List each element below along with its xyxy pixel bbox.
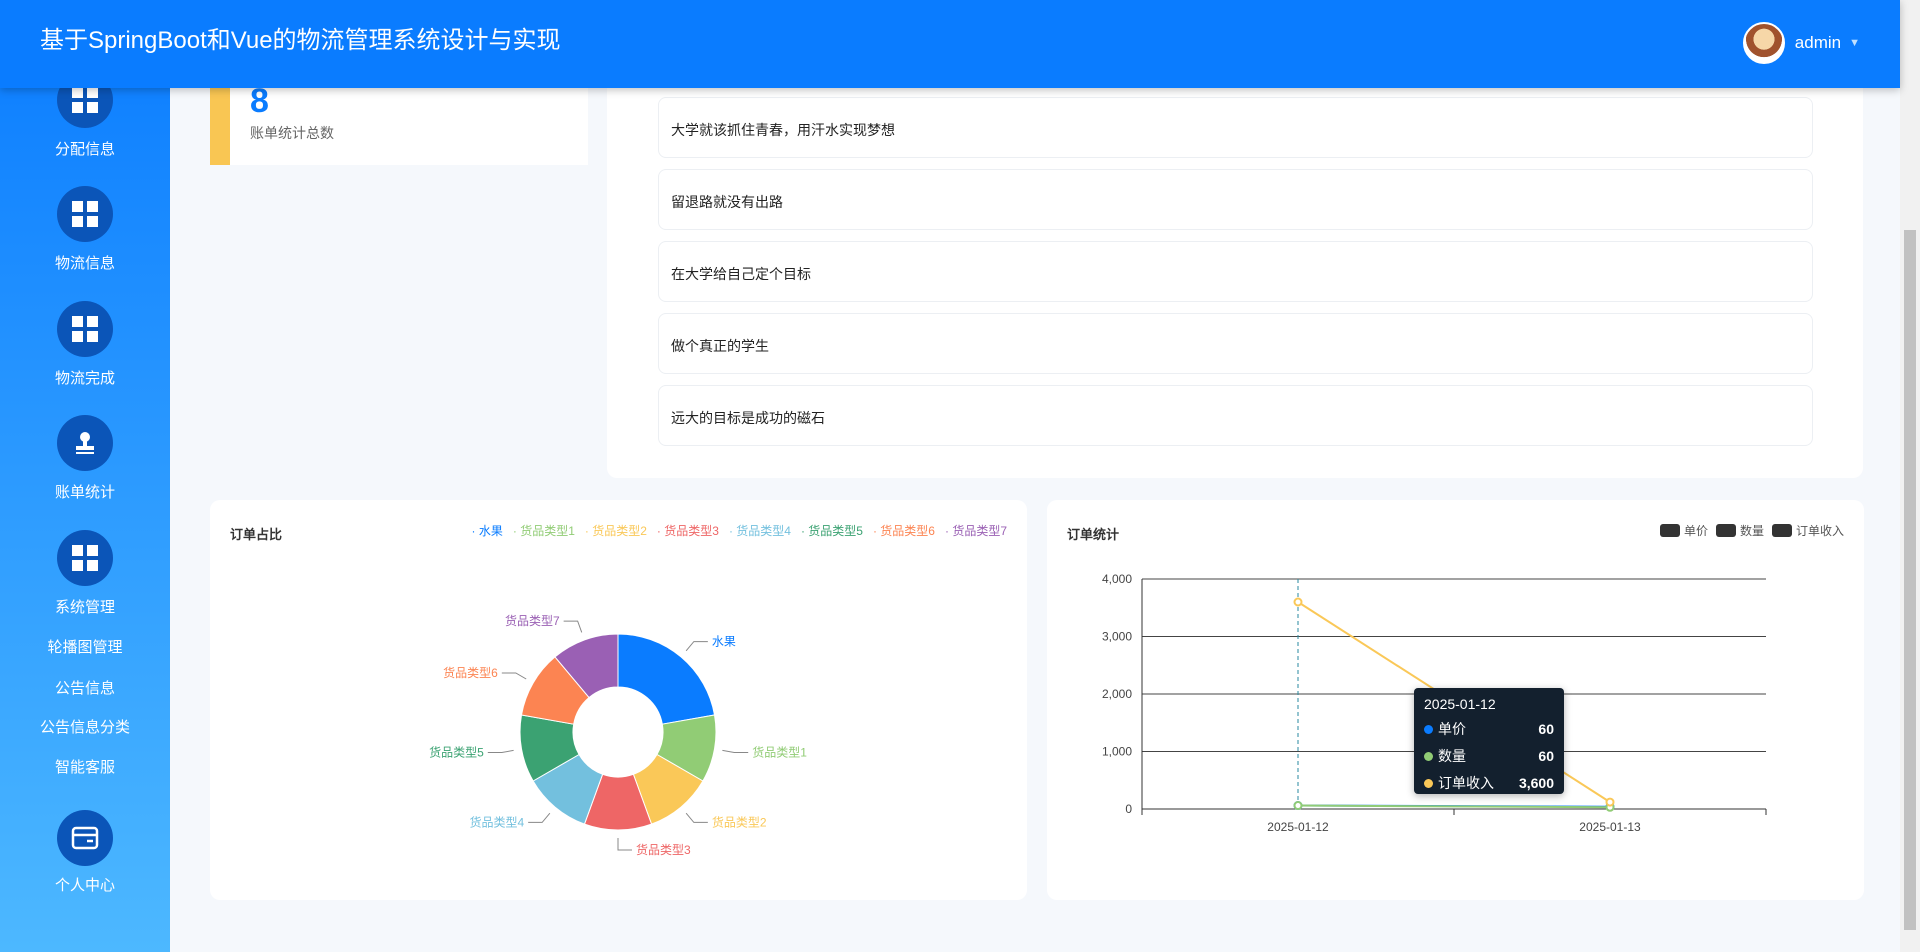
notice-item[interactable]: 留退路就没有出路 bbox=[658, 169, 1813, 230]
pie-label-line bbox=[617, 838, 632, 851]
caret-down-icon[interactable]: ▼ bbox=[1849, 37, 1860, 49]
username[interactable]: admin bbox=[1795, 33, 1841, 53]
y-tick-label: 1,000 bbox=[1102, 745, 1132, 759]
sidebar-item-allocation[interactable]: 分配信息 bbox=[0, 138, 170, 159]
sidebar-sub-notice-category[interactable]: 公告信息分类 bbox=[0, 716, 170, 737]
chart-tooltip: 2025-01-12 单价 60 数量 60 订单收入 3,600 bbox=[1414, 688, 1564, 794]
tooltip-label: 单价 bbox=[1438, 721, 1466, 737]
pie-label: 货品类型2 bbox=[712, 814, 767, 829]
grid-icon[interactable] bbox=[57, 186, 113, 242]
tooltip-date: 2025-01-12 bbox=[1424, 696, 1496, 712]
avatar[interactable] bbox=[1742, 22, 1785, 64]
sidebar-item-logistics[interactable]: 物流信息 bbox=[0, 252, 170, 273]
data-point bbox=[1293, 801, 1303, 811]
sidebar-item-profile[interactable]: 个人中心 bbox=[0, 874, 170, 895]
x-tick-label: 2025-01-13 bbox=[1579, 820, 1641, 834]
sidebar-sub-notice[interactable]: 公告信息 bbox=[0, 677, 170, 698]
data-point bbox=[1293, 597, 1303, 607]
grid-icon[interactable] bbox=[57, 301, 113, 357]
pie-label: 水果 bbox=[712, 635, 736, 649]
x-tick-label: 2025-01-12 bbox=[1267, 820, 1329, 834]
scrollbar-thumb[interactable] bbox=[1904, 230, 1916, 930]
pie-slice bbox=[617, 633, 716, 725]
pie-label: 货品类型1 bbox=[752, 744, 807, 759]
sidebar-item-billing[interactable]: 账单统计 bbox=[0, 481, 170, 502]
pie-label: 货品类型7 bbox=[505, 613, 560, 628]
notice-item[interactable]: 做个真正的学生 bbox=[658, 313, 1813, 374]
scrollbar[interactable] bbox=[1900, 0, 1920, 952]
tooltip-row: 订单收入 3,600 bbox=[1424, 773, 1554, 793]
notice-panel: 大学就该抓住青春，用汗水实现梦想 留退路就没有出路 在大学给自己定个目标 做个真… bbox=[607, 88, 1863, 478]
tooltip-label: 订单收入 bbox=[1438, 775, 1494, 791]
card-icon[interactable] bbox=[57, 810, 113, 866]
stat-label: 账单统计总数 bbox=[250, 125, 334, 141]
pie-label: 货品类型4 bbox=[469, 814, 524, 829]
tooltip-row: 数量 60 bbox=[1424, 746, 1554, 766]
pie-label-line bbox=[685, 812, 708, 823]
y-tick-label: 4,000 bbox=[1102, 572, 1132, 586]
tooltip-label: 数量 bbox=[1438, 748, 1466, 764]
stat-accent-bar bbox=[210, 88, 230, 165]
data-point bbox=[1605, 797, 1615, 807]
tooltip-row: 单价 60 bbox=[1424, 719, 1554, 739]
pie-chart: 水果货品类型1 货品类型2 货品类型3 货品类型4 货品类型5 货品类型6 货品类型7 bbox=[429, 613, 807, 857]
pie-label-line bbox=[685, 641, 708, 652]
y-tick-label: 0 bbox=[1125, 802, 1132, 816]
y-tick-label: 2,000 bbox=[1102, 687, 1132, 701]
order-pie-panel: 订单占比 · 水果 · 货品类型1 · 货品类型2 · 货品类型3 · 货品类型4 · 货… bbox=[210, 500, 1027, 900]
grid-icon[interactable] bbox=[57, 530, 113, 586]
pie-label: 货品类型6 bbox=[443, 665, 498, 680]
pie-label: 货品类型3 bbox=[636, 842, 691, 857]
app-title: 基于SpringBoot和Vue的物流管理系统设计与实现 bbox=[40, 27, 561, 54]
sidebar-sub-chat[interactable]: 智能客服 bbox=[0, 756, 170, 777]
sidebar-item-logistics-done[interactable]: 物流完成 bbox=[0, 367, 170, 388]
header: 基于SpringBoot和Vue的物流管理系统设计与实现 admin ▼ bbox=[0, 0, 1900, 88]
stamp-icon[interactable] bbox=[57, 415, 113, 471]
notice-item[interactable]: 大学就该抓住青春，用汗水实现梦想 bbox=[658, 97, 1813, 158]
pie-label: 货品类型5 bbox=[429, 744, 484, 759]
sidebar-sub-carousel[interactable]: 轮播图管理 bbox=[0, 636, 170, 657]
y-tick-label: 3,000 bbox=[1102, 630, 1132, 644]
pie-label-line bbox=[501, 672, 527, 680]
sidebar-item-system[interactable]: 系统管理 bbox=[0, 596, 170, 617]
pie-label-line bbox=[528, 812, 551, 823]
notice-item[interactable]: 在大学给自己定个目标 bbox=[658, 241, 1813, 302]
pie-label-line bbox=[722, 749, 749, 753]
tooltip-value: 60 bbox=[1538, 748, 1554, 764]
tooltip-value: 60 bbox=[1538, 721, 1554, 737]
tooltip-value: 3,600 bbox=[1518, 775, 1554, 791]
stat-card: 8 账单统计总数 bbox=[210, 82, 588, 165]
notice-item[interactable]: 远大的目标是成功的磁石 bbox=[658, 385, 1813, 446]
pie-label-line bbox=[563, 620, 583, 633]
sidebar: 分配信息 物流信息 物流完成 账单统计 系统管理 轮播图管理 公告信息 公告信息… bbox=[0, 0, 170, 952]
pie-label-line bbox=[487, 749, 514, 753]
user-menu[interactable]: admin ▼ bbox=[1742, 22, 1860, 64]
